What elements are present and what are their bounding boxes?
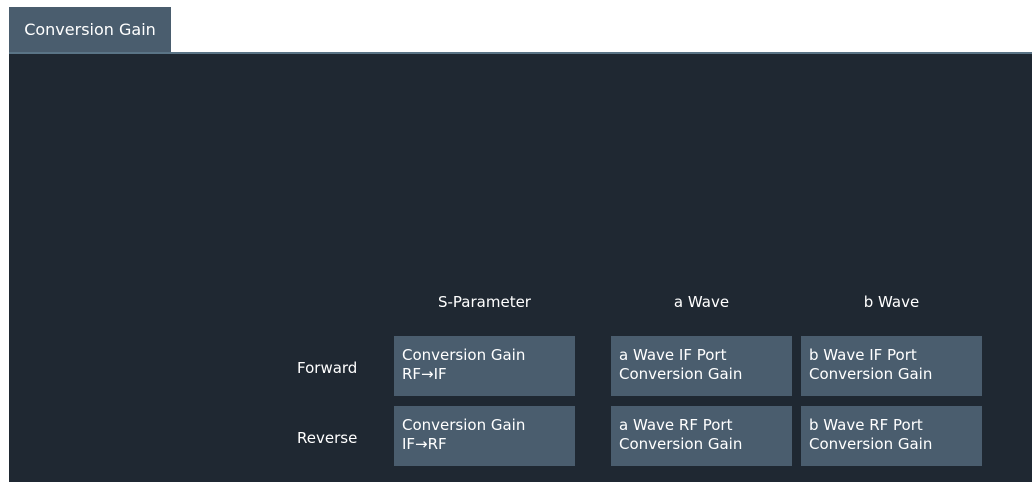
button-line-1: b Wave IF Port xyxy=(809,346,917,364)
button-line-2: Conversion Gain xyxy=(619,435,743,453)
button-line-2: Conversion Gain xyxy=(619,365,743,383)
button-line-2: IF→RF xyxy=(402,435,447,453)
button-line-1: Conversion Gain xyxy=(402,346,526,364)
conversion-gain-if-rf-button[interactable]: Conversion Gain IF→RF xyxy=(394,406,575,466)
row-label-reverse: Reverse xyxy=(297,429,358,447)
button-line-1: Conversion Gain xyxy=(402,416,526,434)
b-wave-rf-port-button[interactable]: b Wave RF Port Conversion Gain xyxy=(801,406,982,466)
conversion-gain-rf-if-button[interactable]: Conversion Gain RF→IF xyxy=(394,336,575,396)
button-line-2: RF→IF xyxy=(402,365,447,383)
button-line-2: Conversion Gain xyxy=(809,435,933,453)
tab-strip: Conversion Gain xyxy=(0,0,1034,52)
row-label-forward: Forward xyxy=(297,359,358,377)
a-wave-rf-port-button[interactable]: a Wave RF Port Conversion Gain xyxy=(611,406,792,466)
column-header-a-wave: a Wave xyxy=(673,293,730,311)
button-line-2: Conversion Gain xyxy=(809,365,933,383)
button-line-1: a Wave RF Port xyxy=(619,416,733,434)
button-line-1: a Wave IF Port xyxy=(619,346,727,364)
tab-conversion-gain[interactable]: Conversion Gain xyxy=(9,7,171,52)
b-wave-if-port-button[interactable]: b Wave IF Port Conversion Gain xyxy=(801,336,982,396)
column-header-s-parameter: S-Parameter xyxy=(438,293,531,311)
a-wave-if-port-button[interactable]: a Wave IF Port Conversion Gain xyxy=(611,336,792,396)
button-line-1: b Wave RF Port xyxy=(809,416,923,434)
column-header-b-wave: b Wave xyxy=(863,293,920,311)
